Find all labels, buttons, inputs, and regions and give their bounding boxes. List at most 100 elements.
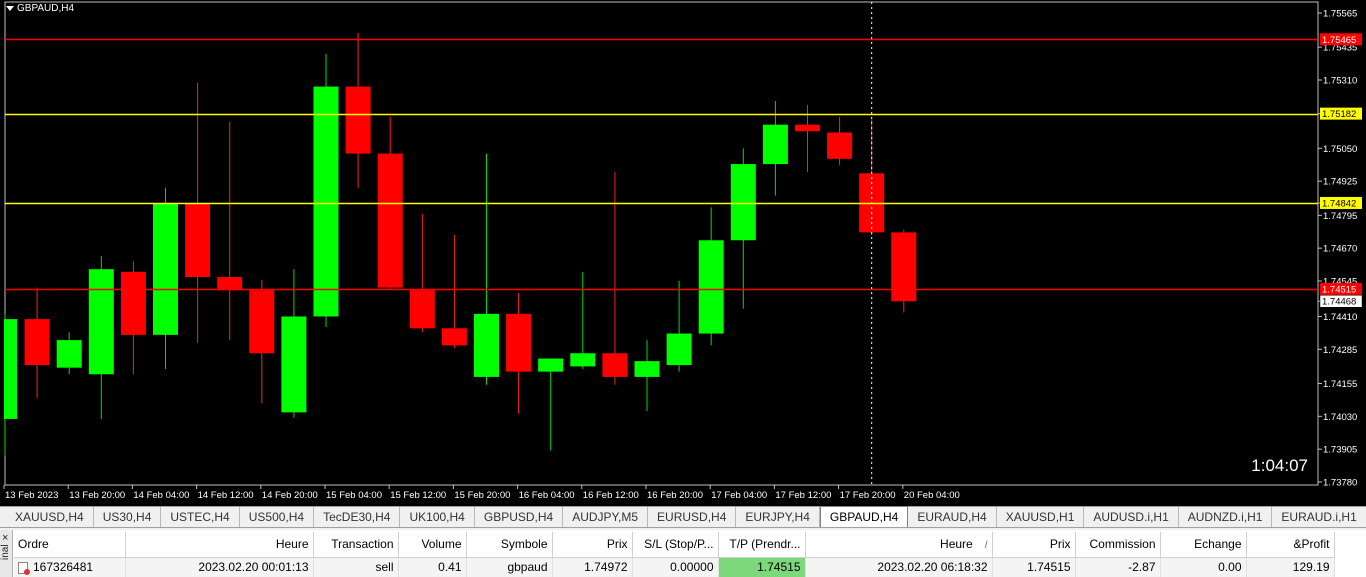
terminal-panel: × inal Ordre Heure Transaction Volume Symbol… xyxy=(0,530,1366,577)
table-cell: 0.00 xyxy=(1160,557,1247,577)
table-row[interactable]: 167326481 2023.02.20 00:01:13 sell 0.41 gbpa… xyxy=(14,557,1335,577)
chart-tab[interactable]: UK100,H4 xyxy=(400,507,475,527)
column-header[interactable]: Ordre xyxy=(14,532,126,558)
candle-body xyxy=(827,132,853,159)
table-cell: 129.19 xyxy=(1246,557,1335,577)
time-tick-label: 15 Feb 12:00 xyxy=(390,490,446,501)
candle-body xyxy=(345,86,371,154)
price-tick-label: 1.74670 xyxy=(1323,244,1357,255)
table-cell: 2023.02.20 00:01:13 xyxy=(125,557,314,577)
column-header[interactable]: Prix xyxy=(992,532,1076,558)
column-header[interactable]: Symbole xyxy=(466,532,553,558)
price-tick-label: 1.74795 xyxy=(1323,211,1357,222)
column-header[interactable]: Volume xyxy=(398,532,467,558)
time-tick-label: 15 Feb 04:00 xyxy=(326,490,382,501)
column-header[interactable]: S/L (Stop/P... xyxy=(632,532,719,558)
candle-body xyxy=(762,124,788,165)
column-header[interactable]: Echange xyxy=(1160,532,1247,558)
table-cell: -2.87 xyxy=(1075,557,1161,577)
column-header[interactable]: &Profit xyxy=(1246,532,1335,558)
candle-body xyxy=(634,361,660,377)
time-tick-label: 14 Feb 20:00 xyxy=(262,490,318,501)
table-cell: 2023.02.20 06:18:32 xyxy=(805,557,993,577)
candle-body xyxy=(602,353,628,377)
price-tick-label: 1.74925 xyxy=(1323,177,1357,188)
chart-tab[interactable]: AUDUSD.i,H1 xyxy=(1084,507,1179,527)
chart-tab[interactable]: EURAUD,H4 xyxy=(908,507,997,527)
price-tick-label: 1.74030 xyxy=(1323,412,1357,423)
level-price-label: 1.74842 xyxy=(1322,198,1356,209)
candle-body xyxy=(506,313,532,372)
price-tick-label: 1.75050 xyxy=(1323,144,1357,155)
time-tick-label: 16 Feb 20:00 xyxy=(647,490,703,501)
candle-body xyxy=(153,203,178,335)
table-cell: sell xyxy=(313,557,399,577)
price-tick-label: 1.74155 xyxy=(1323,379,1357,390)
chart-tab[interactable]: GBPUSD,H4 xyxy=(475,507,564,527)
candle-body xyxy=(377,153,403,288)
time-tick-label: 13 Feb 2023 xyxy=(5,490,58,501)
chart-tab[interactable]: GBPAUD,H4 xyxy=(819,506,909,527)
time-tick-label: 16 Feb 12:00 xyxy=(583,490,639,501)
table-cell: 167326481 xyxy=(14,557,126,577)
candle-body xyxy=(88,269,114,375)
chart-tab[interactable]: AUDJPY,M5 xyxy=(563,507,649,527)
price-tick-label: 1.73905 xyxy=(1323,445,1357,456)
candle-body xyxy=(281,316,307,413)
candlestick-chart-canvas[interactable]: 1.755651.754351.753101.751821.750501.749… xyxy=(0,0,1366,506)
candle-body xyxy=(4,319,17,419)
candle-body xyxy=(730,164,756,241)
column-header[interactable]: T/P (Prendr... xyxy=(718,532,806,558)
candle-body xyxy=(538,358,564,372)
level-price-label: 1.75182 xyxy=(1322,109,1356,120)
chart-tabs-bar: XAUUSD,H4 US30,H4 USTEC,H4 US500,H4 TecDE30,… xyxy=(0,506,1366,528)
price-chart[interactable]: 1.755651.754351.753101.751821.750501.749… xyxy=(0,0,1366,506)
chart-tab[interactable]: TecDE30,H4 xyxy=(314,507,401,527)
chart-tab[interactable]: EURJPY,H4 xyxy=(736,507,820,527)
candle-body xyxy=(409,290,435,329)
chart-tab[interactable]: USTEC,H4 xyxy=(161,507,240,527)
chart-tab[interactable]: XAUUSD,H4 xyxy=(6,507,94,527)
column-header[interactable]: Commission xyxy=(1075,532,1161,558)
chart-symbol-label: GBPAUD,H4 xyxy=(6,3,74,14)
time-tick-label: 15 Feb 20:00 xyxy=(454,490,510,501)
candle-body xyxy=(249,290,275,354)
time-tick-label: 20 Feb 04:00 xyxy=(904,490,960,501)
candle-body xyxy=(474,313,499,377)
candle-body xyxy=(666,333,692,366)
candle-body xyxy=(698,240,724,334)
table-cell: 0.00000 xyxy=(632,557,719,577)
level-price-label: 1.75465 xyxy=(1322,35,1356,46)
order-number: 167326481 xyxy=(33,560,94,575)
chart-tab[interactable]: AUDNZD.i,H1 xyxy=(1179,507,1273,527)
time-tick-label: 16 Feb 04:00 xyxy=(519,490,575,501)
candle-body xyxy=(24,319,50,366)
chart-tab[interactable]: XAUUSD,H1 xyxy=(997,507,1085,527)
price-tick-label: 1.75565 xyxy=(1323,9,1357,20)
time-tick-label: 14 Feb 12:00 xyxy=(198,490,254,501)
chart-tab[interactable]: US500,H4 xyxy=(240,507,315,527)
table-cell: 1.74515 xyxy=(718,557,806,577)
close-icon[interactable]: × xyxy=(2,532,8,544)
candle-body xyxy=(795,124,820,132)
column-header[interactable]: Heure / xyxy=(805,532,993,558)
terminal-side-label: inal xyxy=(0,544,11,560)
terminal-side-bar: × inal xyxy=(0,530,13,577)
price-tick-label: 1.75310 xyxy=(1323,76,1357,87)
price-tick-label: 1.73780 xyxy=(1323,478,1357,489)
chart-tab[interactable]: US30,H4 xyxy=(94,507,162,527)
column-header[interactable]: Transaction xyxy=(313,532,399,558)
column-header[interactable]: Prix xyxy=(552,532,633,558)
bid-price-label: 1.74468 xyxy=(1322,297,1356,308)
table-cell: 1.74515 xyxy=(992,557,1076,577)
candle-body xyxy=(441,328,467,346)
table-header-row: Ordre Heure Transaction Volume Symbole Prix S/… xyxy=(14,532,1335,558)
dropdown-triangle-icon[interactable] xyxy=(6,6,14,11)
column-header[interactable]: Heure xyxy=(125,532,314,558)
candle-body xyxy=(217,277,243,291)
chart-tab[interactable]: EURUSD,H4 xyxy=(648,507,737,527)
chart-tab[interactable]: EURAUD.i,H1 xyxy=(1272,507,1366,527)
time-tick-label: 17 Feb 20:00 xyxy=(840,490,896,501)
column-header-label: Heure xyxy=(940,537,973,552)
trade-table: Ordre Heure Transaction Volume Symbole Prix S/… xyxy=(14,532,1335,577)
